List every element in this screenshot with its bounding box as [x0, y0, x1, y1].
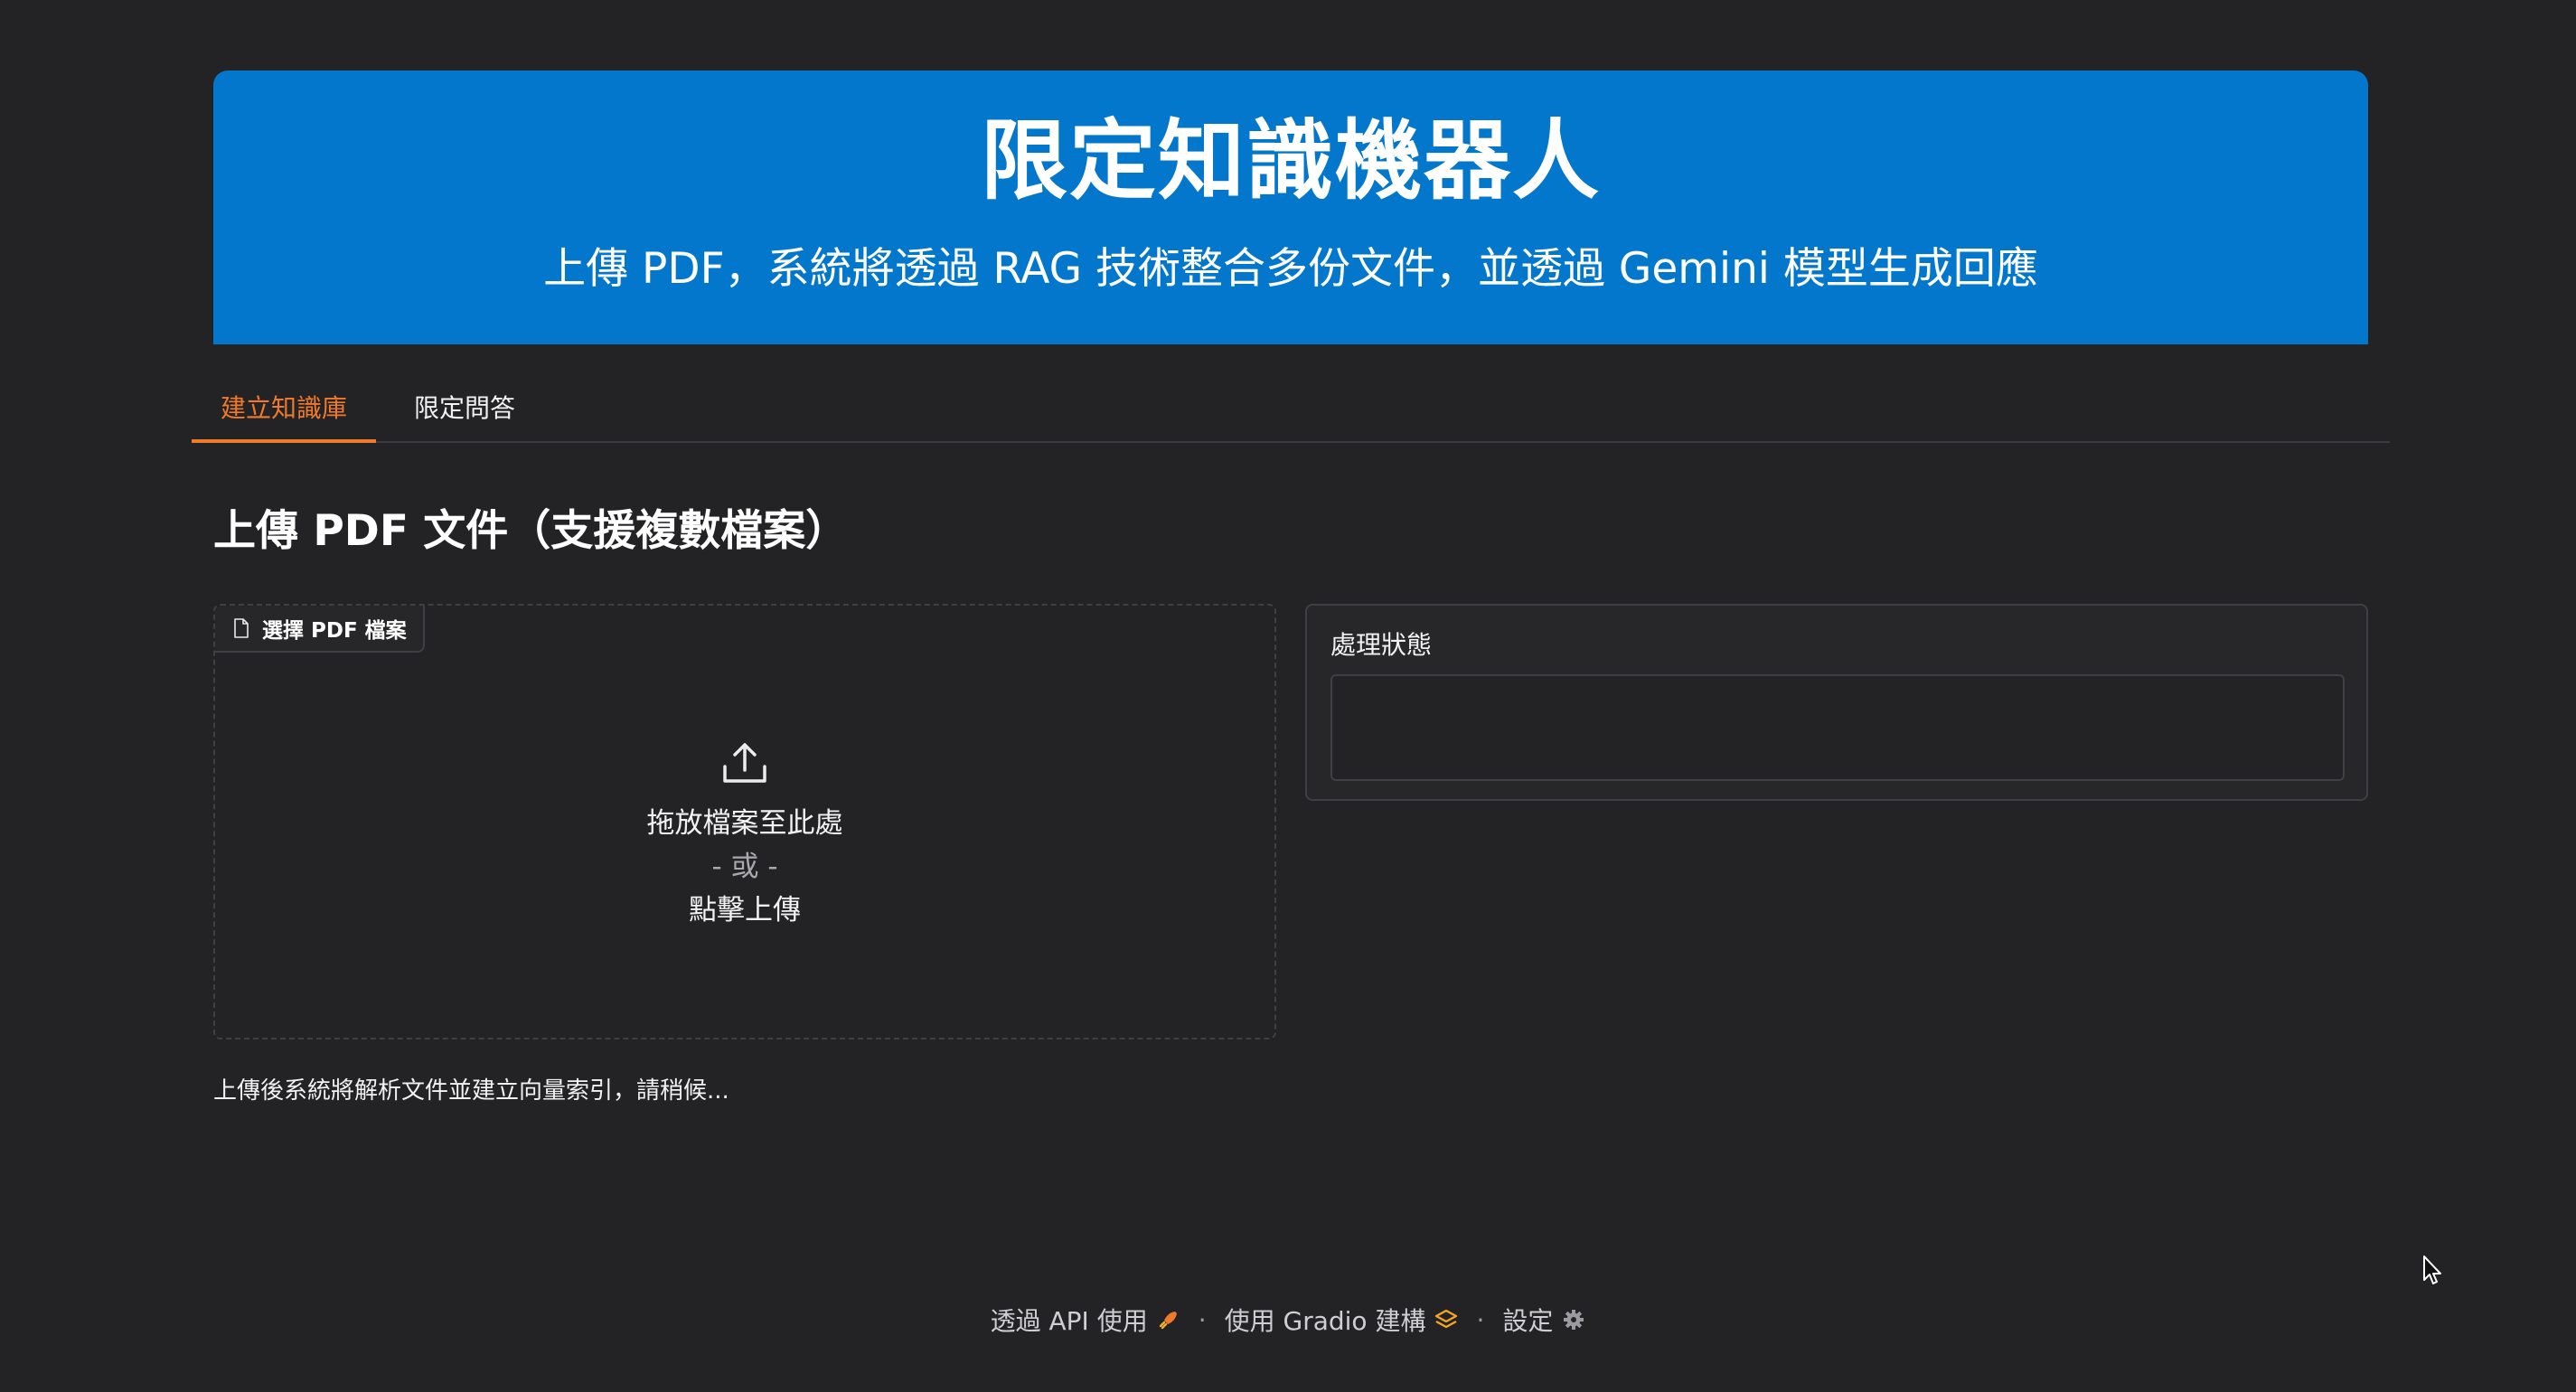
app-subtitle: 上傳 PDF，系統將透過 RAG 技術整合多份文件，並透過 Gemini 模型生…: [543, 244, 2038, 294]
upload-icon: [723, 743, 766, 783]
status-output[interactable]: [1330, 674, 2345, 781]
footer-separator: ·: [1198, 1304, 1207, 1335]
gradio-logo-icon: [1435, 1309, 1458, 1329]
footer-separator-2: ·: [1476, 1304, 1485, 1335]
drop-area[interactable]: 拖放檔案至此處 - 或 - 點擊上傳: [215, 739, 1274, 931]
section-title: 上傳 PDF 文件（支援複數檔案）: [213, 506, 849, 556]
file-icon: [234, 618, 249, 638]
footer-settings-label: 設定: [1502, 1306, 1554, 1336]
header-banner: 限定知識機器人 上傳 PDF，系統將透過 RAG 技術整合多份文件，並透過 Ge…: [213, 71, 2368, 344]
upload-label: 選擇 PDF 檔案: [215, 606, 425, 653]
status-panel: 處理狀態: [1305, 604, 2368, 801]
footer-gradio-label: 使用 Gradio 建構: [1224, 1306, 1426, 1336]
upload-hint: 上傳後系統將解析文件並建立向量索引，請稍候...: [213, 1077, 729, 1105]
file-upload-dropzone[interactable]: 選擇 PDF 檔案 拖放檔案至此處 - 或 - 點擊上傳: [213, 604, 1276, 1039]
drop-text: 拖放檔案至此處: [646, 807, 843, 840]
rocket-icon: [1159, 1312, 1177, 1330]
upload-label-text: 選擇 PDF 檔案: [262, 619, 407, 643]
footer-api-label: 透過 API 使用: [990, 1306, 1148, 1336]
gear-icon: [1564, 1310, 1584, 1330]
mouse-cursor-icon: [2423, 1256, 2441, 1284]
click-upload-text[interactable]: 點擊上傳: [215, 889, 1274, 931]
footer: 透過 API 使用 · 使用 Gradio 建構 · 設定: [0, 1302, 2576, 1338]
status-label: 處理狀態: [1330, 630, 1433, 660]
or-text: - 或 -: [711, 851, 778, 883]
app-title: 限定知識機器人: [981, 110, 1601, 212]
tab-build-knowledge-base[interactable]: 建立知識庫: [192, 390, 376, 443]
tab-bar: 建立知識庫 限定問答: [192, 380, 2390, 443]
footer-settings-link[interactable]: 設定: [1502, 1302, 1585, 1338]
app-page: 限定知識機器人 上傳 PDF，系統將透過 RAG 技術整合多份文件，並透過 Ge…: [0, 0, 2576, 1392]
footer-gradio-link[interactable]: 使用 Gradio 建構: [1225, 1302, 1459, 1338]
footer-api-link[interactable]: 透過 API 使用: [991, 1302, 1180, 1338]
tab-limited-qa[interactable]: 限定問答: [392, 390, 537, 443]
